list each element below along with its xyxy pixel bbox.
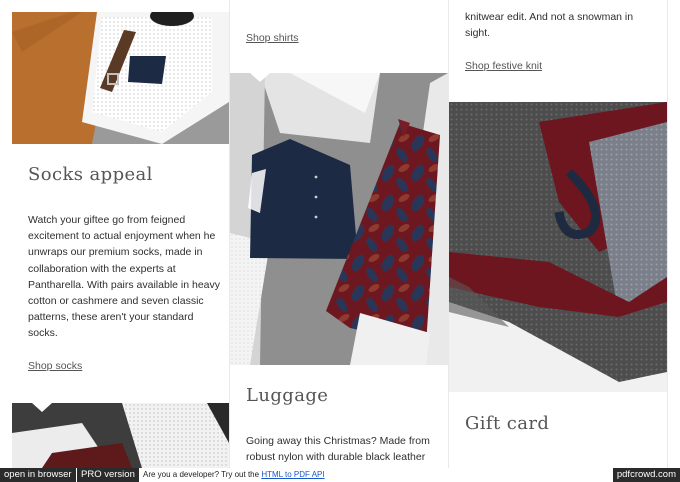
knitwear-description: knitwear edit. And not a snowman in sigh… <box>465 11 634 40</box>
pro-version-button[interactable]: PRO version <box>77 468 139 482</box>
shop-shirts-link[interactable]: Shop shirts <box>246 32 299 44</box>
shop-festive-knit-link[interactable]: Shop festive knit <box>465 60 542 72</box>
article-column-socks: Socks appeal Watch your giftee go from f… <box>12 0 229 468</box>
socks-next-photo <box>12 403 229 468</box>
socks-title: Socks appeal <box>28 164 153 185</box>
developer-prompt: Are you a developer? Try out the <box>143 470 260 479</box>
open-in-browser-button[interactable]: open in browser <box>0 468 76 482</box>
gift-card-title: Gift card <box>465 413 550 434</box>
pdfcrowd-brand[interactable]: pdfcrowd.com <box>612 468 680 482</box>
shirts-flatlay-photo <box>230 73 448 365</box>
article-column-luggage: Shop shirts Luggage Going away this Chri… <box>230 0 448 468</box>
socks-description: Watch your giftee go from feigned excite… <box>28 214 221 340</box>
html-to-pdf-api-link[interactable]: HTML to PDF API <box>261 470 324 479</box>
notch-marker <box>32 403 52 412</box>
notch-marker <box>250 73 270 82</box>
luggage-description: Going away this Christmas? Made from rob… <box>246 435 430 464</box>
developer-text: Are you a developer? Try out the HTML to… <box>143 468 325 482</box>
shop-socks-link[interactable]: Shop socks <box>28 360 82 372</box>
article-column-giftcard: knitwear edit. And not a snowman in sigh… <box>449 0 667 468</box>
pdfcrowd-banner: open in browser PRO version Are you a de… <box>0 468 680 482</box>
shirts-belt-photo <box>12 12 229 144</box>
knit-jumper-photo <box>449 102 667 392</box>
luggage-title: Luggage <box>246 385 329 406</box>
